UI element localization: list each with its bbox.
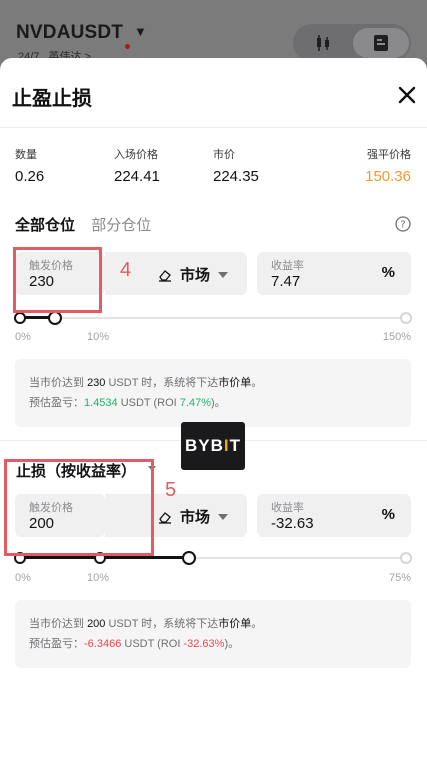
annotation-box-tp	[13, 247, 102, 313]
tp-roi-input: 7.47	[271, 273, 301, 290]
sl-roi-label: 收益率	[271, 502, 304, 514]
help-icon[interactable]: ?	[395, 216, 411, 232]
bybit-logo: BYB I T	[181, 422, 245, 470]
close-icon[interactable]	[394, 82, 420, 108]
sl-slider-label-min: 0%	[15, 572, 31, 584]
sheet-title: 止盈止损	[12, 88, 92, 110]
svg-text:?: ?	[400, 220, 405, 231]
annotation-number-sl: 5	[165, 479, 177, 501]
tab-full-position[interactable]: 全部仓位	[15, 217, 75, 234]
tp-roi-unit: %	[381, 264, 395, 281]
tp-roi-field[interactable]: 收益率 7.47 %	[257, 252, 411, 295]
divider	[0, 127, 427, 128]
qty-value: 0.26	[15, 168, 45, 185]
sl-slider-label-max: 75%	[388, 572, 411, 584]
slider-handle[interactable]	[48, 311, 62, 325]
chevron-down-icon	[218, 271, 229, 278]
qty-stat: 数量 0.26	[15, 146, 44, 185]
sl-roi-field[interactable]: 收益率 -32.63 %	[257, 494, 411, 537]
mark-price-stat: 市价 224.35	[213, 146, 259, 185]
tp-info-line2: 预估盈亏：1.4534 USDT (ROI 7.47%)。	[29, 397, 226, 409]
symbol-title[interactable]: NVDAUSDT	[16, 22, 123, 44]
liq-price-label: 强平价格	[367, 149, 411, 161]
annotation-number-tp: 4	[120, 259, 132, 281]
tpsl-sheet: 止盈止损 数量 0.26 入场价格 224.41 市价 224.35 强平价格 …	[0, 58, 427, 780]
entry-price-label: 入场价格	[114, 149, 158, 161]
slider-knob-end[interactable]	[400, 312, 412, 324]
qty-label: 数量	[15, 149, 37, 161]
slider-track	[15, 317, 411, 319]
entry-price-value: 224.41	[114, 168, 160, 185]
slider-knob-start[interactable]	[14, 312, 26, 324]
tp-slider-label-mid: 10%	[87, 331, 110, 343]
sl-order-type-label: 市场	[180, 509, 211, 526]
tp-roi-label: 收益率	[271, 260, 304, 272]
liq-price-stat: 强平价格 150.36	[365, 146, 411, 185]
eraser-icon	[159, 269, 171, 282]
tp-slider-label-min: 0%	[15, 331, 31, 343]
sl-info-box: 当市价达到 200 USDT 时，系统将下达市价单。 预估盈亏：-6.3466 …	[15, 600, 411, 668]
sl-info-line1: 当市价达到 200 USDT 时，系统将下达市价单。	[29, 618, 263, 630]
slider-knob-end[interactable]	[400, 552, 412, 564]
mark-price-label: 市价	[213, 149, 235, 161]
mark-price-value: 224.35	[213, 168, 259, 185]
sl-info-line2: 预估盈亏：-6.3466 USDT (ROI -32.63%)。	[29, 638, 240, 650]
tp-slider-label-max: 150%	[382, 331, 411, 343]
tp-order-type-label: 市场	[180, 267, 211, 284]
eraser-icon	[159, 511, 171, 524]
tab-partial-position[interactable]: 部分仓位	[91, 217, 151, 234]
liq-price-value: 150.36	[365, 168, 411, 185]
tp-info-box: 当市价达到 230 USDT 时，系统将下达市价单。 预估盈亏：1.4534 U…	[15, 359, 411, 427]
candlestick-icon[interactable]	[295, 28, 351, 58]
tp-info-line1: 当市价达到 230 USDT 时，系统将下达市价单。	[29, 377, 263, 389]
sl-roi-input: -32.63	[271, 515, 314, 532]
sl-order-type[interactable]: 市场	[158, 506, 229, 527]
orderbook-icon[interactable]	[353, 28, 409, 58]
slider-handle[interactable]	[182, 551, 196, 565]
tp-order-type[interactable]: 市场	[158, 264, 229, 285]
entry-price-stat: 入场价格 224.41	[114, 146, 160, 185]
sl-slider-label-mid: 10%	[87, 572, 110, 584]
position-tabs: 全部仓位 部分仓位	[15, 214, 151, 235]
notification-dot	[125, 44, 130, 49]
sl-roi-unit: %	[381, 506, 395, 523]
annotation-box-sl	[4, 459, 154, 556]
view-toggle[interactable]	[293, 24, 411, 62]
chevron-down-icon	[218, 513, 229, 520]
chevron-down-icon[interactable]: ▼	[134, 24, 147, 39]
